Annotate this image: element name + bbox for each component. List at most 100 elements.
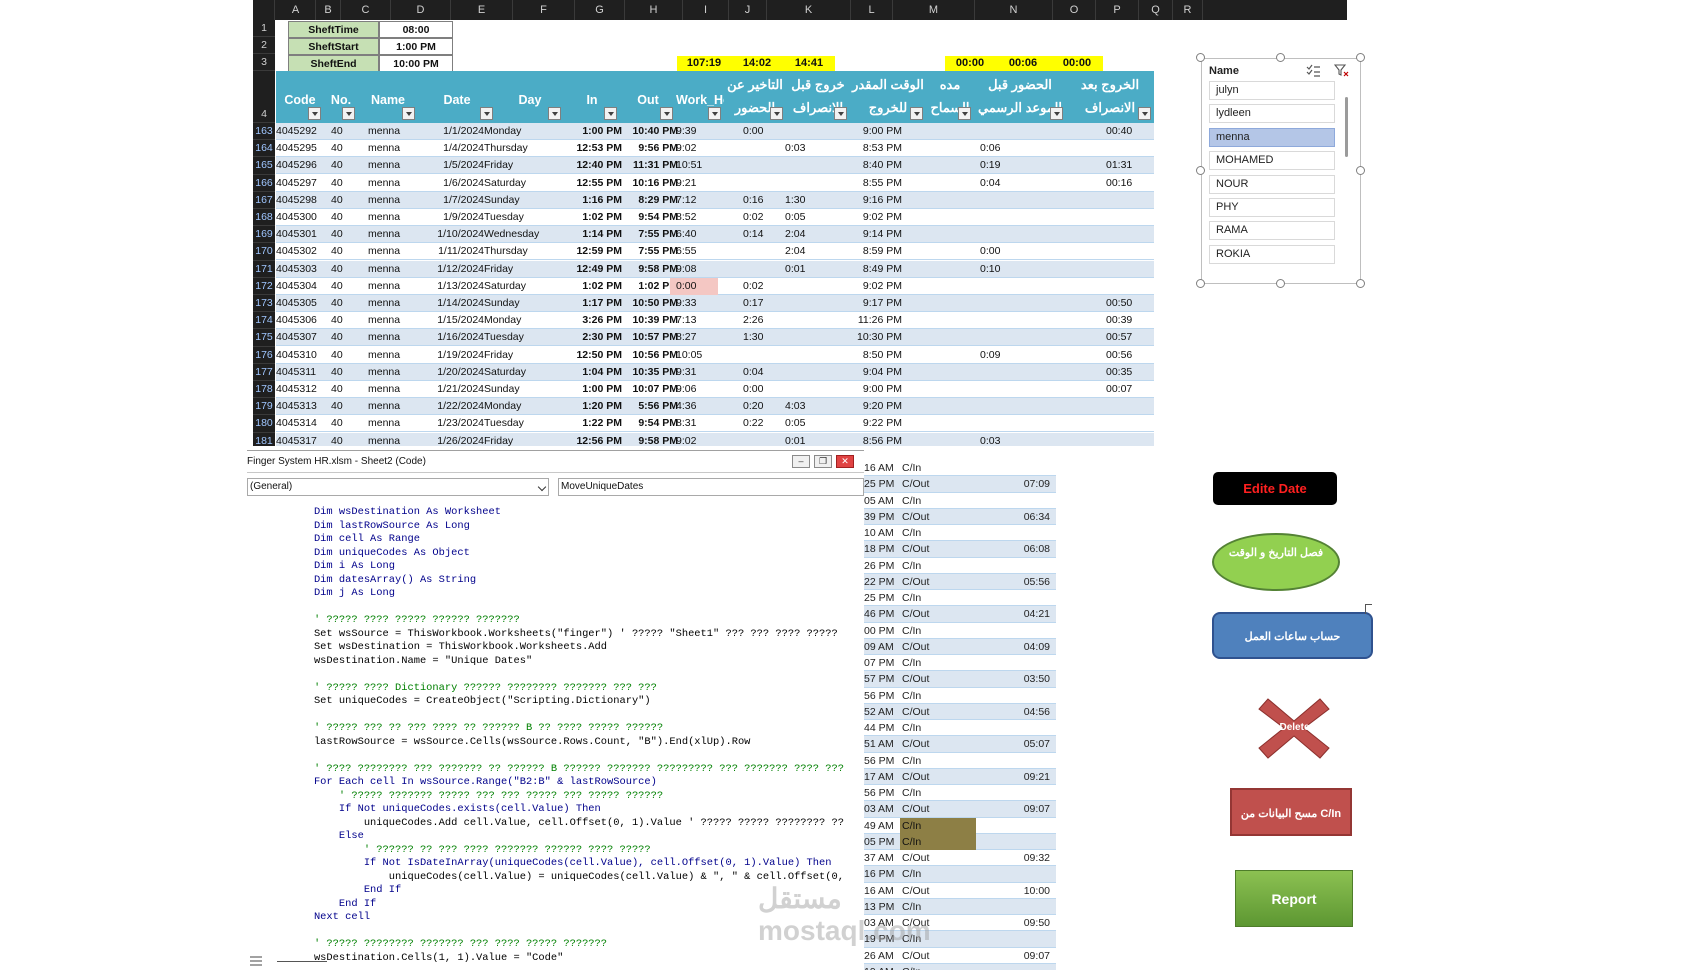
cell-day[interactable]: Sunday	[484, 295, 564, 312]
filter-dropdown-button[interactable]	[1050, 107, 1063, 120]
row-header[interactable]: 176	[253, 346, 275, 364]
clear-cin-data-button[interactable]: C/In مسح البيانات من	[1230, 788, 1352, 836]
resize-handle[interactable]	[1276, 279, 1285, 288]
cell-no[interactable]: 40	[331, 140, 356, 157]
cell-exp[interactable]: 9:17 PM	[816, 295, 902, 312]
cell-name[interactable]: menna	[368, 175, 416, 192]
cell-after[interactable]: 00:16	[1066, 175, 1136, 192]
cell-work[interactable]: 9:02	[676, 140, 714, 157]
cell-day[interactable]: Saturday	[484, 364, 564, 381]
cell-before[interactable]	[966, 415, 1024, 432]
slicer-item-julyn[interactable]: julyn	[1209, 81, 1335, 100]
cell-after[interactable]: 00:07	[1066, 381, 1136, 398]
cell-late[interactable]: 0:00	[711, 123, 771, 140]
cell-code[interactable]: 4045305	[276, 295, 326, 312]
filter-dropdown-button[interactable]	[308, 107, 321, 120]
cell-work[interactable]: 10:05	[676, 347, 714, 364]
row-header[interactable]: 166	[253, 174, 275, 192]
cell-before[interactable]: 0:09	[966, 347, 1024, 364]
cell-before[interactable]: 0:04	[966, 175, 1024, 192]
resize-handle[interactable]	[1196, 53, 1205, 62]
row-header[interactable]: 178	[253, 381, 275, 399]
cell-code[interactable]: 4045296	[276, 157, 326, 174]
cell-day[interactable]: Sunday	[484, 192, 564, 209]
cell-date[interactable]: 1/4/2024	[416, 140, 484, 157]
column-header-o[interactable]: O	[1053, 0, 1096, 20]
cell-date[interactable]: 1/13/2024	[416, 278, 484, 295]
clear-filter-icon[interactable]	[1334, 64, 1349, 77]
table-row[interactable]: 4045310 40 menna 1/19/2024 Friday 12:50 PM 10:…	[276, 346, 1154, 364]
cell-date[interactable]: 1/1/2024	[416, 123, 484, 140]
resize-handle[interactable]	[1196, 166, 1205, 175]
column-header-p[interactable]: P	[1096, 0, 1139, 20]
slicer-item-nour[interactable]: NOUR	[1209, 174, 1335, 194]
cell-late[interactable]: 0:04	[711, 364, 771, 381]
filter-dropdown-button[interactable]	[480, 107, 493, 120]
cell-name[interactable]: menna	[368, 278, 416, 295]
cell-late[interactable]	[711, 175, 771, 192]
column-header-e[interactable]: E	[451, 0, 513, 20]
cell-in[interactable]: 1:02 PM	[564, 278, 622, 295]
cell-late[interactable]: 0:20	[711, 398, 771, 415]
cell-work[interactable]: 6:40	[676, 226, 714, 243]
cell-before[interactable]: 0:03	[966, 433, 1024, 446]
cell-before[interactable]: 0:06	[966, 140, 1024, 157]
cell-out[interactable]: 10:35 PM	[620, 364, 678, 381]
cell-before[interactable]	[966, 278, 1024, 295]
cell-code[interactable]: 4045304	[276, 278, 326, 295]
column-header-g[interactable]: G	[575, 0, 625, 20]
cell-after[interactable]	[1066, 433, 1136, 446]
cell-late[interactable]	[711, 261, 771, 278]
cell-code[interactable]: 4045314	[276, 415, 326, 432]
cell-exp[interactable]: 9:16 PM	[816, 192, 902, 209]
cell-day[interactable]: Thursday	[484, 140, 564, 157]
cell-late[interactable]: 1:30	[711, 329, 771, 346]
cell-code[interactable]: 4045292	[276, 123, 326, 140]
table-row[interactable]: 4045297 40 menna 1/6/2024 Saturday 12:55 PM 10…	[276, 174, 1154, 192]
shift-value[interactable]: 08:00	[379, 21, 453, 38]
cell-no[interactable]: 40	[331, 433, 356, 446]
cell-date[interactable]: 1/16/2024	[416, 329, 484, 346]
cell-day[interactable]: Friday	[484, 157, 564, 174]
table-row[interactable]: 4045312 40 menna 1/21/2024 Sunday 1:00 PM 10:0…	[276, 381, 1154, 398]
cell-after[interactable]	[1066, 261, 1136, 278]
slicer-scrollbar[interactable]	[1345, 97, 1348, 157]
cell-code[interactable]: 4045312	[276, 381, 326, 398]
cell-out[interactable]: 9:58 PM	[620, 261, 678, 278]
cell-day[interactable]: Friday	[484, 347, 564, 364]
shift-value[interactable]: 1:00 PM	[379, 38, 453, 55]
cell-day[interactable]: Saturday	[484, 278, 564, 295]
cell-work[interactable]: 10:51	[676, 157, 714, 174]
cell-exp[interactable]: 8:59 PM	[816, 243, 902, 260]
cell-in[interactable]: 1:20 PM	[564, 398, 622, 415]
cell-before[interactable]	[966, 192, 1024, 209]
cell-day[interactable]: Saturday	[484, 175, 564, 192]
cell-day[interactable]: Tuesday	[484, 209, 564, 226]
cell-day[interactable]: Monday	[484, 123, 564, 140]
close-button[interactable]: ✕	[836, 455, 854, 468]
cell-date[interactable]: 1/6/2024	[416, 175, 484, 192]
cell-name[interactable]: menna	[368, 261, 416, 278]
procedure-combo[interactable]: MoveUniqueDates	[558, 478, 864, 496]
cell-exp[interactable]: 10:30 PM	[816, 329, 902, 346]
filter-dropdown-button[interactable]	[958, 107, 971, 120]
cell-day[interactable]: Wednesday	[484, 226, 564, 243]
cell-after[interactable]	[1066, 243, 1136, 260]
table-row[interactable]: 4045317 40 menna 1/26/2024 Friday 12:56 PM 9:5…	[276, 432, 1154, 446]
cell-before[interactable]	[966, 226, 1024, 243]
cell-code[interactable]: 4045300	[276, 209, 326, 226]
cell-after[interactable]	[1066, 278, 1136, 295]
cell-code[interactable]: 4045297	[276, 175, 326, 192]
row-header[interactable]: 163	[253, 123, 275, 141]
cell-date[interactable]: 1/10/2024	[416, 226, 484, 243]
resize-handle[interactable]	[1276, 53, 1285, 62]
cell-name[interactable]: menna	[368, 433, 416, 446]
cell-work[interactable]: 9:02	[676, 433, 714, 446]
cell-out[interactable]: 10:50 PM	[620, 295, 678, 312]
cell-code[interactable]: 4045295	[276, 140, 326, 157]
cell-late[interactable]: 0:02	[711, 278, 771, 295]
cell-date[interactable]: 1/19/2024	[416, 347, 484, 364]
cell-date[interactable]: 1/14/2024	[416, 295, 484, 312]
column-header-d[interactable]: D	[391, 0, 451, 20]
name-slicer[interactable]: Name julyn lydleen menna MOHAMED NOUR PHY RAMA…	[1201, 58, 1361, 284]
